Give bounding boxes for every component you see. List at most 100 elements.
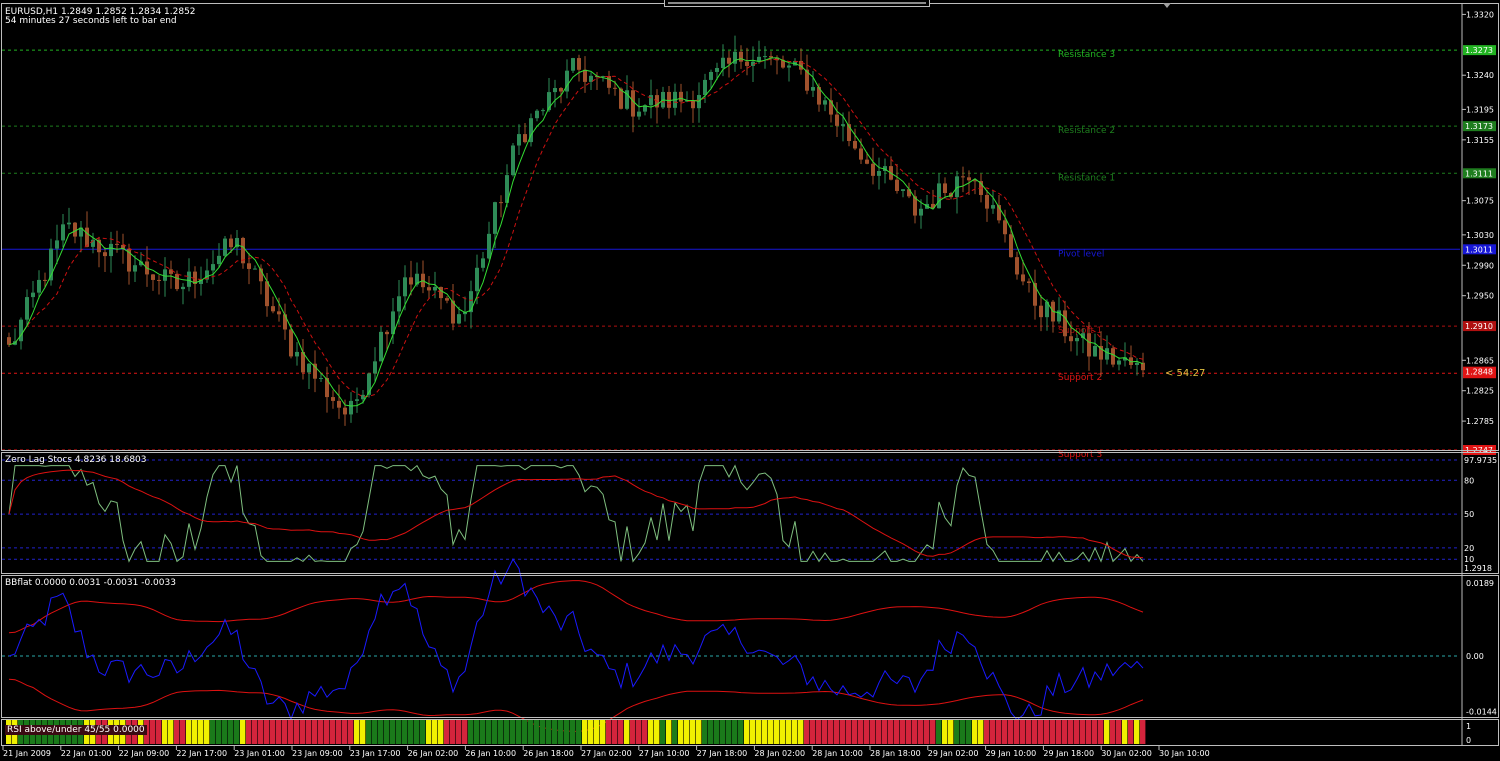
candle-body (727, 57, 731, 64)
rsi-bar (444, 720, 450, 744)
candle-body (67, 222, 71, 225)
horizontal-scroll-tab[interactable] (664, 0, 930, 7)
candle-body (163, 269, 167, 281)
rsi-bar (192, 720, 198, 744)
candle-body (517, 134, 521, 146)
rsi-bar (1128, 720, 1134, 744)
candle-body (841, 124, 845, 126)
candle-body (1063, 310, 1067, 337)
rsi-bar (426, 720, 432, 744)
rsi-bar (474, 720, 480, 744)
rsi-bar (630, 720, 636, 744)
rsi-bar (720, 720, 726, 744)
stoch-scale-label: 10 (1464, 555, 1474, 564)
candle-body (1105, 348, 1109, 360)
rsi-bar (558, 720, 564, 744)
candle-body (337, 400, 341, 408)
candle-body (217, 255, 221, 265)
level-price-text: 1.3173 (1465, 122, 1493, 131)
price-tick-label: 1.2950 (1466, 292, 1494, 301)
rsi-bar (714, 720, 720, 744)
level-label: Resistance 3 (1058, 50, 1115, 60)
candle-body (25, 297, 29, 320)
rsi-bar (384, 720, 390, 744)
rsi-bar (726, 720, 732, 744)
rsi-bar (1080, 720, 1086, 744)
rsi-bar (150, 720, 156, 744)
rsi-bar (282, 720, 288, 744)
rsi-bar (948, 720, 954, 744)
rsi-bar (174, 720, 180, 744)
candle-body (703, 79, 707, 96)
stoch-scale-label: 97.9735 (1464, 456, 1497, 465)
rsi-bar (786, 720, 792, 744)
rsi-bar (624, 720, 630, 744)
candle-body (715, 67, 719, 72)
candle-body (991, 205, 995, 209)
rsi-bar (378, 720, 384, 744)
candle-body (385, 331, 389, 335)
candle-body (493, 202, 497, 234)
time-axis-label: 23 Jan 01:00 (234, 749, 285, 758)
rsi-bar (876, 720, 882, 744)
mt4-chart-window[interactable]: Resistance 3 1.3273 Resistance 2 1.3173 Resi… (0, 0, 1500, 761)
candle-body (667, 91, 671, 108)
candle-body (457, 314, 461, 324)
rsi-bar (360, 720, 366, 744)
rsi-bar (606, 720, 612, 744)
bbflat-scale-label: 0.0189 (1466, 579, 1494, 588)
rsi-bar (204, 720, 210, 744)
rsi-bar (1050, 720, 1056, 744)
rsi-bar (450, 720, 456, 744)
rsi-bar (756, 720, 762, 744)
rsi-bar (936, 720, 942, 744)
chart-shift-arrow-icon[interactable] (1163, 3, 1171, 8)
candle-body (943, 183, 947, 194)
rsi-bar (552, 720, 558, 744)
rsi-bar (306, 720, 312, 744)
chart-canvas[interactable]: Resistance 3 1.3273 Resistance 2 1.3173 Resi… (0, 0, 1500, 761)
rsi-bar (870, 720, 876, 744)
candle-body (19, 319, 23, 342)
candle-body (187, 271, 191, 287)
candle-body (1141, 362, 1145, 371)
level-label: Support 2 (1058, 373, 1102, 383)
rsi-bar (918, 720, 924, 744)
rsi-bar (342, 720, 348, 744)
candle-body (895, 179, 899, 191)
rsi-bar (156, 720, 162, 744)
rsi-bar (822, 720, 828, 744)
candle-body (397, 296, 401, 312)
bbflat-pane-title: BBflat 0.0000 0.0031 -0.0031 -0.0033 (5, 578, 176, 588)
price-tick-label: 1.2825 (1466, 387, 1494, 396)
candle-body (445, 298, 449, 301)
candle-body (523, 134, 527, 143)
rsi-bar (678, 720, 684, 744)
rsi-bar (1008, 720, 1014, 744)
rsi-bar (702, 720, 708, 744)
candle-body (583, 69, 587, 82)
rsi-bar (954, 720, 960, 744)
candle-body (433, 287, 437, 291)
candle-body (559, 88, 563, 92)
time-axis-label: 29 Jan 10:00 (986, 749, 1037, 758)
candle-body (631, 90, 635, 117)
rsi-bar (996, 720, 1002, 744)
level-price-text: 1.2910 (1465, 322, 1493, 331)
rsi-bar (846, 720, 852, 744)
rsi-bar (780, 720, 786, 744)
candle-body (349, 400, 353, 415)
candle-body (1015, 257, 1019, 275)
candle-body (787, 65, 791, 68)
level-price-text: 1.3111 (1465, 169, 1493, 178)
rsi-bar (672, 720, 678, 744)
rsi-bar (732, 720, 738, 744)
candle-body (835, 114, 839, 126)
rsi-bar (900, 720, 906, 744)
stoch-pane-title: Zero Lag Stocs 4.8236 18.6803 (5, 455, 147, 465)
candle-body (1087, 333, 1091, 357)
time-axis-label: 27 Jan 10:00 (639, 749, 690, 758)
level-price-text: 1.3273 (1465, 46, 1493, 55)
candle-body (181, 286, 185, 290)
rsi-bar (636, 720, 642, 744)
